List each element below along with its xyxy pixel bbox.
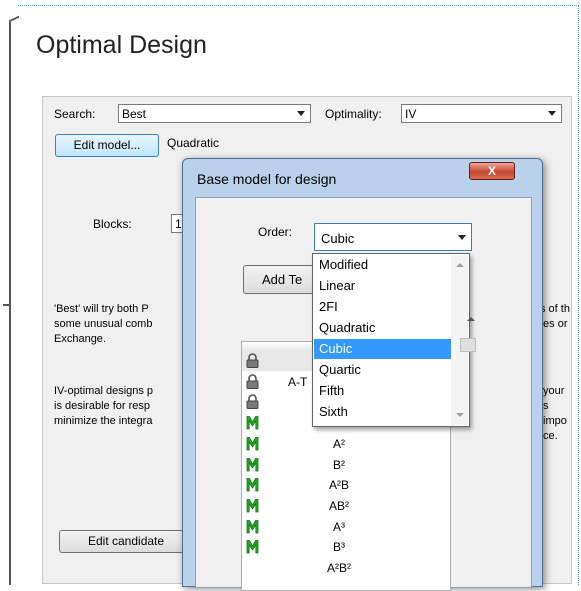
term-list-scroll-thumb[interactable] <box>460 338 476 352</box>
iv-right-1: your <box>543 385 565 397</box>
m-model-icon <box>246 477 259 492</box>
term-row[interactable]: AB² <box>242 495 450 516</box>
lock-icon <box>246 353 259 368</box>
scroll-down-icon[interactable] <box>456 413 464 417</box>
iv-right-3: ce. <box>543 430 558 442</box>
search-select-value: Best <box>122 107 147 121</box>
chevron-down-icon <box>297 111 305 116</box>
order-option-quadratic[interactable]: Quadratic <box>314 318 451 338</box>
term-row[interactable]: A³ <box>242 516 450 537</box>
m-model-icon <box>246 539 259 554</box>
chevron-down-icon <box>548 111 556 116</box>
page-title: Optimal Design <box>36 31 207 59</box>
model-value: Quadratic <box>167 136 220 150</box>
dialog-title: Base model for design <box>197 171 337 187</box>
m-model-icon <box>246 519 259 534</box>
left-bracket <box>3 15 19 585</box>
best-description: 'Best' will try both P some unusual comb… <box>54 302 152 347</box>
order-option-modified[interactable]: Modified <box>314 255 451 275</box>
scroll-up-icon[interactable] <box>456 263 464 267</box>
edit-candidates-button[interactable]: Edit candidate <box>59 530 189 553</box>
best-right-2: tes or <box>540 318 568 330</box>
term-label: A²B <box>328 478 349 493</box>
order-option-2fi[interactable]: 2FI <box>314 297 451 317</box>
best-line-3: Exchange. <box>54 333 106 345</box>
term-label: B² <box>333 457 345 472</box>
order-select-value: Cubic <box>321 231 355 246</box>
order-label: Order: <box>258 225 293 239</box>
iv-description-right: your s impo ce. <box>543 384 571 444</box>
term-row[interactable]: A²B <box>242 474 450 495</box>
order-select[interactable]: Cubic <box>314 223 472 251</box>
term-label: A² <box>333 436 345 451</box>
term-row[interactable]: B² <box>242 454 450 475</box>
best-line-2: some unusual comb <box>54 318 153 330</box>
order-option-linear[interactable]: Linear <box>314 276 451 296</box>
optimality-select-value: IV <box>405 107 417 121</box>
bracket-top <box>9 15 19 29</box>
close-button[interactable]: X <box>469 162 515 180</box>
iv-description: IV-optimal designs p is desirable for re… <box>54 384 153 429</box>
term-label: AB² <box>328 498 349 513</box>
search-label: Search: <box>54 107 96 121</box>
term-row[interactable]: A²B² <box>242 557 450 578</box>
m-model-icon <box>246 415 259 430</box>
term-row[interactable]: B³ <box>242 536 450 557</box>
bracket-mid <box>3 304 11 306</box>
iv-line-1: IV-optimal designs p <box>54 385 154 397</box>
m-model-icon <box>246 498 259 513</box>
best-right-1: s of th <box>540 303 570 315</box>
best-line-1: 'Best' will try both P <box>54 303 149 315</box>
blocks-value: 1 <box>175 217 182 231</box>
iv-right-2: s impo <box>543 400 567 427</box>
blocks-label: Blocks: <box>93 217 132 231</box>
search-select[interactable]: Best <box>118 104 311 123</box>
order-option-sixth[interactable]: Sixth <box>314 402 451 422</box>
order-dropdown-list[interactable]: Modified Linear 2FI Quadratic Cubic Quartic Fi… <box>312 253 470 427</box>
iv-line-3: minimize the integra <box>54 415 153 427</box>
lock-icon <box>246 373 259 389</box>
term-label: A³ <box>333 519 345 534</box>
m-model-icon <box>246 436 259 451</box>
edit-model-button[interactable]: Edit model... <box>55 134 159 157</box>
m-model-icon <box>246 457 259 472</box>
best-description-right: s of th tes or <box>540 302 570 332</box>
chevron-down-icon <box>458 235 466 240</box>
order-option-fifth[interactable]: Fifth <box>314 381 451 401</box>
optimality-select[interactable]: IV <box>401 104 562 123</box>
term-row[interactable]: A² <box>242 433 450 454</box>
term-label: A²B² <box>327 561 351 575</box>
optimality-label: Optimality: <box>325 107 382 121</box>
order-option-quartic[interactable]: Quartic <box>314 360 451 380</box>
term-label: B³ <box>333 540 345 555</box>
lock-icon <box>246 394 259 410</box>
iv-line-2: is desirable for resp <box>54 400 150 412</box>
order-option-cubic[interactable]: Cubic <box>314 339 451 359</box>
term-list-scroll-up-icon[interactable] <box>467 317 475 321</box>
